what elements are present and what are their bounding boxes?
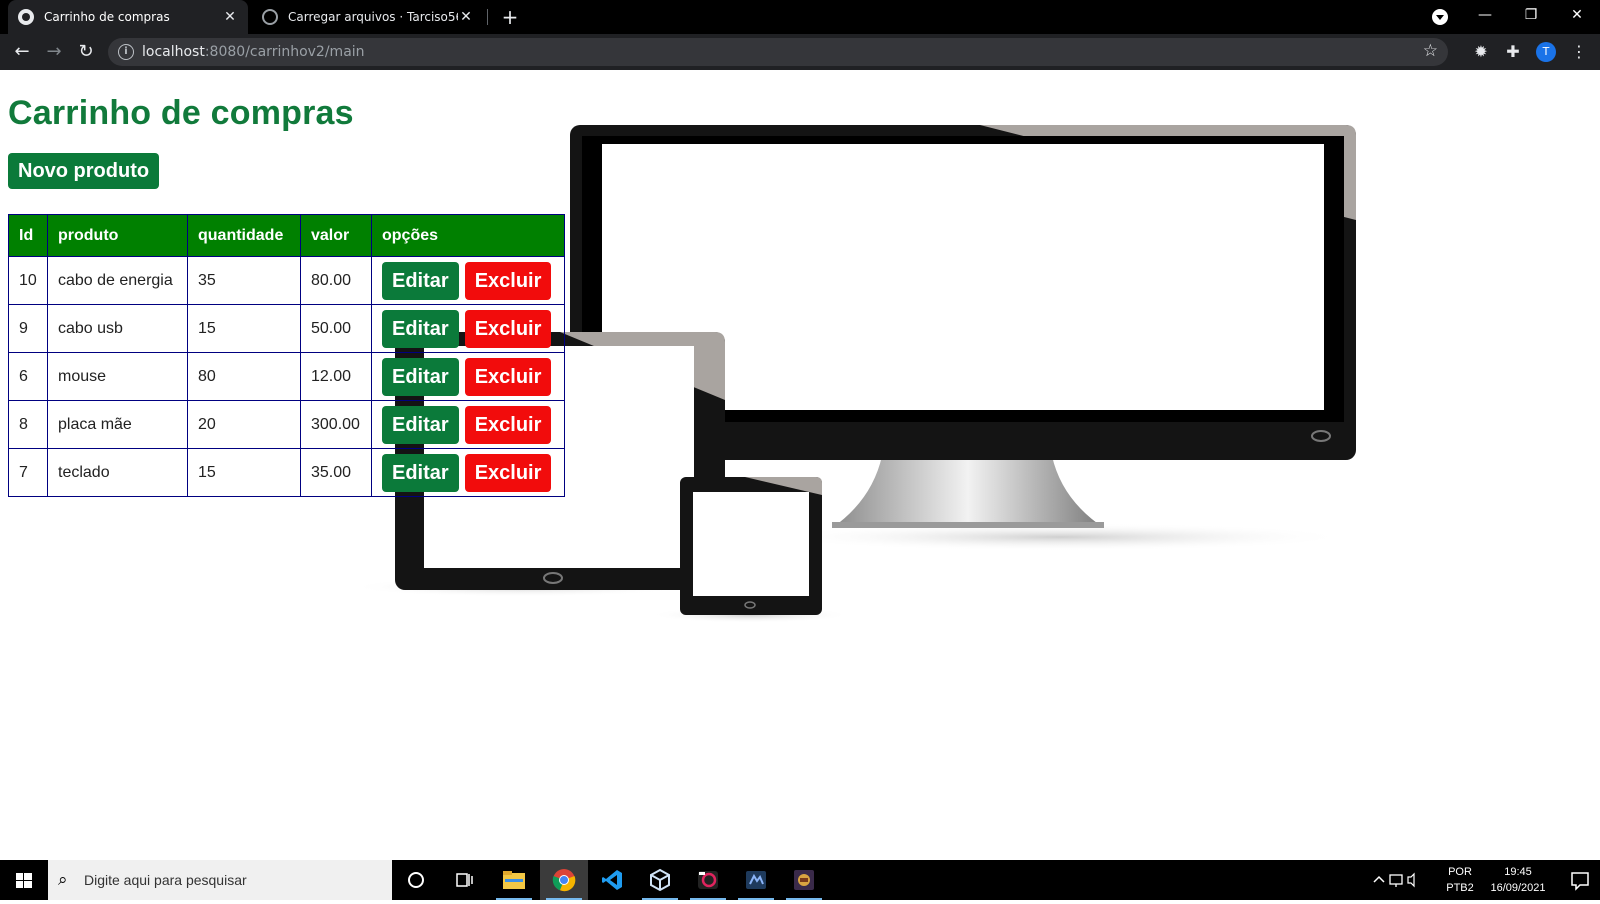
windows-logo-icon [16,873,32,888]
cell-quantidade: 15 [187,448,301,497]
cell-produto: mouse [47,352,188,401]
clock[interactable]: 19:45 16/09/2021 [1480,860,1556,900]
close-icon[interactable]: ✕ [458,9,474,25]
cell-id: 10 [8,256,48,305]
browser-toolbar: ← → ↻ i localhost:8080/carrinhov2/main ☆… [0,34,1600,70]
tab-search-icon[interactable] [1432,9,1448,25]
cortana-icon[interactable] [392,860,440,900]
tab-carrinho[interactable]: Carrinho de compras ✕ [8,0,248,34]
cell-quantidade: 15 [187,304,301,353]
puzzle-icon[interactable]: ✚ [1502,41,1524,63]
cell-opcoes: Editar Excluir [371,400,565,449]
task-view-icon[interactable] [440,860,488,900]
cell-produto: cabo de energia [47,256,188,305]
cell-valor: 80.00 [300,256,372,305]
cell-opcoes: Editar Excluir [371,304,565,353]
cell-opcoes: Editar Excluir [371,256,565,305]
close-icon[interactable]: ✕ [222,9,238,25]
notification-icon[interactable] [1560,860,1600,900]
edit-button[interactable]: Editar [382,405,459,444]
cell-id: 6 [8,352,48,401]
restore-button[interactable]: ❐ [1508,0,1554,34]
chrome-icon[interactable] [540,860,588,900]
language-indicator[interactable]: POR PTB2 [1440,860,1480,900]
minimize-button[interactable]: — [1462,0,1508,34]
windows-start-button[interactable] [0,860,48,900]
delete-button[interactable]: Excluir [464,357,552,396]
game-app-icon[interactable] [780,860,828,900]
system-tray-icons[interactable] [1370,860,1420,900]
cell-id: 9 [8,304,48,353]
cell-quantidade: 20 [187,400,301,449]
info-icon[interactable]: i [118,44,134,60]
cart-table: Id produto quantidade valor opções 10 ca… [8,214,565,497]
tab-separator [487,9,488,25]
page-content: Carrinho de compras Novo produto Id prod… [0,70,1600,860]
tab-title: Carregar arquivos · Tarciso562 / C [288,10,458,24]
table-header-row: Id produto quantidade valor opções [8,214,565,257]
bookmark-star-icon[interactable]: ☆ [1423,41,1438,61]
column-header-valor: valor [300,214,372,257]
cell-valor: 35.00 [300,448,372,497]
clock-date: 16/09/2021 [1490,882,1546,894]
search-placeholder: Digite aqui para pesquisar [84,872,247,888]
cell-opcoes: Editar Excluir [371,448,565,497]
page-title: Carrinho de compras [8,94,354,132]
cell-valor: 50.00 [300,304,372,353]
reload-icon[interactable]: ↻ [74,40,98,64]
virtualbox-icon[interactable] [636,860,684,900]
cell-id: 8 [8,400,48,449]
taskbar-search-input[interactable]: ⌕ Digite aqui para pesquisar [48,860,392,900]
github-icon [262,9,278,25]
cell-valor: 300.00 [300,400,372,449]
edit-button[interactable]: Editar [382,357,459,396]
delete-button[interactable]: Excluir [464,405,552,444]
vscode-icon[interactable] [588,860,636,900]
table-row: 6 mouse 80 12.00 Editar Excluir [8,352,565,401]
cell-produto: placa mãe [47,400,188,449]
extension-gear-icon[interactable]: ✹ [1470,41,1492,63]
table-row: 9 cabo usb 15 50.00 Editar Excluir [8,304,565,353]
delete-button[interactable]: Excluir [464,309,552,348]
column-header-opcoes: opções [371,214,565,257]
menu-dots-icon[interactable]: ⋮ [1568,41,1590,63]
cell-valor: 12.00 [300,352,372,401]
new-tab-button[interactable]: + [498,4,522,30]
edit-button[interactable]: Editar [382,309,459,348]
tab-github[interactable]: Carregar arquivos · Tarciso562 / C ✕ [252,0,484,34]
cell-opcoes: Editar Excluir [371,352,565,401]
table-row: 10 cabo de energia 35 80.00 Editar Exclui… [8,256,565,305]
cell-produto: cabo usb [47,304,188,353]
tab-title: Carrinho de compras [44,10,170,24]
new-product-button[interactable]: Novo produto [8,153,160,189]
delete-button[interactable]: Excluir [464,261,552,300]
delete-button[interactable]: Excluir [464,453,552,492]
table-row: 7 teclado 15 35.00 Editar Excluir [8,448,565,497]
table-row: 8 placa mãe 20 300.00 Editar Excluir [8,400,565,449]
clock-time: 19:45 [1504,866,1532,878]
browser-tab-bar: Carrinho de compras ✕ Carregar arquivos … [0,0,1600,34]
globe-icon [18,9,34,25]
avatar[interactable]: T [1536,42,1556,62]
taskbar: ⌕ Digite aqui para pesquisar POR PTB2 19… [0,860,1600,900]
column-header-quantidade: quantidade [187,214,301,257]
cell-id: 7 [8,448,48,497]
edit-button[interactable]: Editar [382,261,459,300]
search-icon: ⌕ [58,870,68,890]
file-explorer-icon[interactable] [490,860,538,900]
cell-quantidade: 35 [187,256,301,305]
address-bar[interactable]: i localhost:8080/carrinhov2/main ☆ [108,38,1448,66]
back-icon[interactable]: ← [10,40,34,64]
cell-quantidade: 80 [187,352,301,401]
window-close-button[interactable]: ✕ [1554,0,1600,34]
edit-button[interactable]: Editar [382,453,459,492]
column-header-produto: produto [47,214,188,257]
forward-icon[interactable]: → [42,40,66,64]
debian-app-icon[interactable] [684,860,732,900]
mysql-workbench-icon[interactable] [732,860,780,900]
column-header-id: Id [8,214,48,257]
cell-produto: teclado [47,448,188,497]
url-text: localhost:8080/carrinhov2/main [142,44,365,60]
